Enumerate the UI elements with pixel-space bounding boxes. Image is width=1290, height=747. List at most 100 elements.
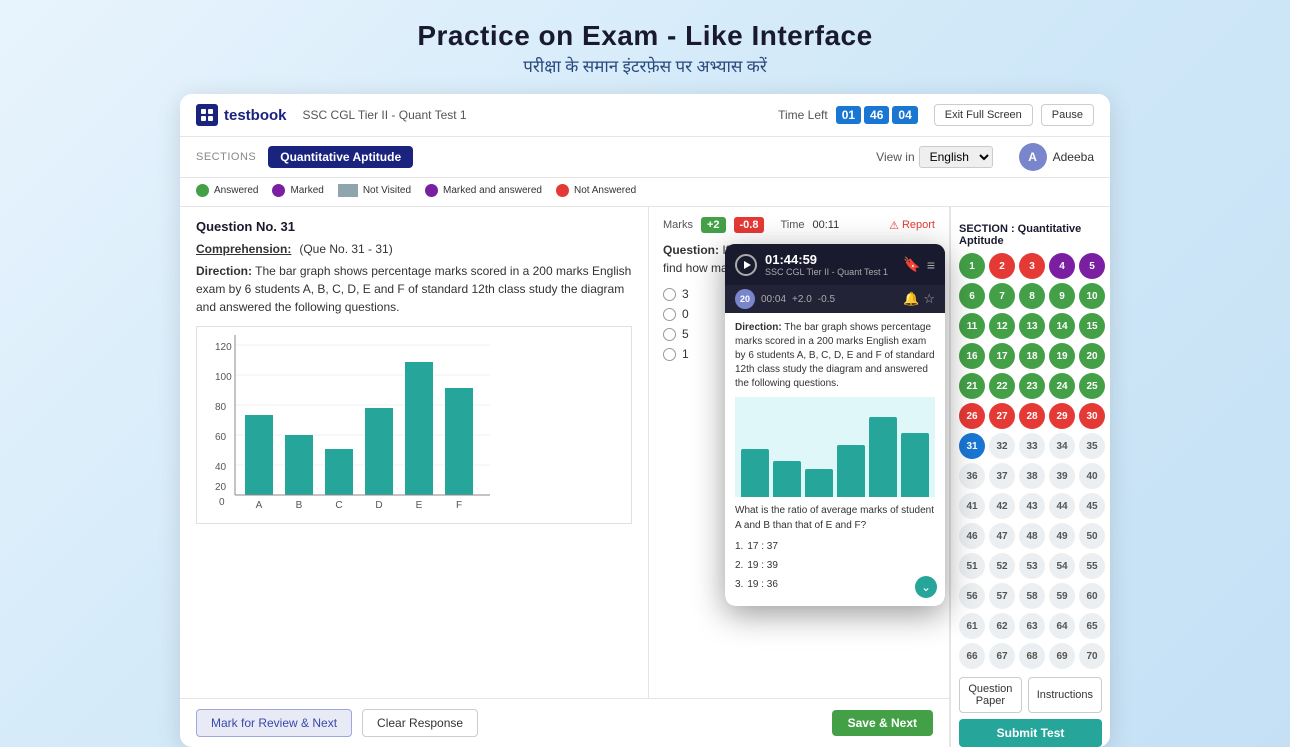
num-btn-58[interactable]: 58 bbox=[1019, 583, 1045, 609]
save-next-button[interactable]: Save & Next bbox=[832, 710, 933, 736]
num-btn-5[interactable]: 5 bbox=[1079, 253, 1105, 279]
num-btn-56[interactable]: 56 bbox=[959, 583, 985, 609]
num-btn-46[interactable]: 46 bbox=[959, 523, 985, 549]
play-button[interactable] bbox=[735, 254, 757, 276]
legend-marked-answered: Marked and answered bbox=[425, 184, 542, 197]
num-btn-66[interactable]: 66 bbox=[959, 643, 985, 669]
num-btn-37[interactable]: 37 bbox=[989, 463, 1015, 489]
num-btn-61[interactable]: 61 bbox=[959, 613, 985, 639]
language-select[interactable]: English bbox=[919, 146, 993, 168]
num-btn-28[interactable]: 28 bbox=[1019, 403, 1045, 429]
option-radio-0[interactable] bbox=[663, 308, 676, 321]
num-btn-70[interactable]: 70 bbox=[1079, 643, 1105, 669]
num-btn-43[interactable]: 43 bbox=[1019, 493, 1045, 519]
num-btn-21[interactable]: 21 bbox=[959, 373, 985, 399]
num-btn-33[interactable]: 33 bbox=[1019, 433, 1045, 459]
option-radio-3[interactable] bbox=[663, 288, 676, 301]
num-btn-3[interactable]: 3 bbox=[1019, 253, 1045, 279]
num-btn-27[interactable]: 27 bbox=[989, 403, 1015, 429]
num-btn-68[interactable]: 68 bbox=[1019, 643, 1045, 669]
num-btn-39[interactable]: 39 bbox=[1049, 463, 1075, 489]
num-btn-20[interactable]: 20 bbox=[1079, 343, 1105, 369]
num-btn-17[interactable]: 17 bbox=[989, 343, 1015, 369]
num-btn-60[interactable]: 60 bbox=[1079, 583, 1105, 609]
option-radio-1[interactable] bbox=[663, 348, 676, 361]
num-btn-52[interactable]: 52 bbox=[989, 553, 1015, 579]
menu-icon[interactable]: ≡ bbox=[927, 257, 935, 273]
num-btn-40[interactable]: 40 bbox=[1079, 463, 1105, 489]
scroll-down-button[interactable]: ⌄ bbox=[915, 576, 937, 598]
instructions-button[interactable]: Instructions bbox=[1028, 677, 1102, 713]
report-button[interactable]: ⚠ Report bbox=[889, 219, 935, 232]
num-btn-57[interactable]: 57 bbox=[989, 583, 1015, 609]
num-btn-26[interactable]: 26 bbox=[959, 403, 985, 429]
num-btn-41[interactable]: 41 bbox=[959, 493, 985, 519]
num-btn-45[interactable]: 45 bbox=[1079, 493, 1105, 519]
bookmark-icon[interactable]: 🔖 bbox=[903, 256, 920, 273]
num-btn-53[interactable]: 53 bbox=[1019, 553, 1045, 579]
num-btn-11[interactable]: 11 bbox=[959, 313, 985, 339]
num-btn-8[interactable]: 8 bbox=[1019, 283, 1045, 309]
exit-fullscreen-button[interactable]: Exit Full Screen bbox=[934, 104, 1033, 126]
num-btn-29[interactable]: 29 bbox=[1049, 403, 1075, 429]
num-btn-65[interactable]: 65 bbox=[1079, 613, 1105, 639]
mark-review-button[interactable]: Mark for Review & Next bbox=[196, 709, 352, 737]
num-btn-64[interactable]: 64 bbox=[1049, 613, 1075, 639]
num-btn-36[interactable]: 36 bbox=[959, 463, 985, 489]
video-option-1[interactable]: 1. 17 : 37 bbox=[735, 537, 935, 556]
num-btn-48[interactable]: 48 bbox=[1019, 523, 1045, 549]
num-btn-9[interactable]: 9 bbox=[1049, 283, 1075, 309]
num-btn-34[interactable]: 34 bbox=[1049, 433, 1075, 459]
num-btn-6[interactable]: 6 bbox=[959, 283, 985, 309]
comprehension-header: Comprehension: (Que No. 31 - 31) bbox=[196, 242, 632, 258]
num-btn-7[interactable]: 7 bbox=[989, 283, 1015, 309]
num-btn-23[interactable]: 23 bbox=[1019, 373, 1045, 399]
num-btn-12[interactable]: 12 bbox=[989, 313, 1015, 339]
section-tab-quant[interactable]: Quantitative Aptitude bbox=[268, 146, 413, 168]
num-btn-1[interactable]: 1 bbox=[959, 253, 985, 279]
num-btn-69[interactable]: 69 bbox=[1049, 643, 1075, 669]
num-btn-51[interactable]: 51 bbox=[959, 553, 985, 579]
num-btn-2[interactable]: 2 bbox=[989, 253, 1015, 279]
num-btn-38[interactable]: 38 bbox=[1019, 463, 1045, 489]
num-btn-22[interactable]: 22 bbox=[989, 373, 1015, 399]
video-popup: 01:44:59 SSC CGL Tier II - Quant Test 1 … bbox=[725, 244, 945, 606]
clear-response-button[interactable]: Clear Response bbox=[362, 709, 478, 737]
num-btn-44[interactable]: 44 bbox=[1049, 493, 1075, 519]
num-btn-55[interactable]: 55 bbox=[1079, 553, 1105, 579]
number-grid[interactable]: 1234567891011121314151617181920212223242… bbox=[959, 253, 1102, 669]
num-btn-16[interactable]: 16 bbox=[959, 343, 985, 369]
num-btn-18[interactable]: 18 bbox=[1019, 343, 1045, 369]
num-btn-15[interactable]: 15 bbox=[1079, 313, 1105, 339]
num-btn-24[interactable]: 24 bbox=[1049, 373, 1075, 399]
num-btn-49[interactable]: 49 bbox=[1049, 523, 1075, 549]
option-radio-5[interactable] bbox=[663, 328, 676, 341]
star-icon[interactable]: ☆ bbox=[923, 291, 935, 307]
bell-icon[interactable]: 🔔 bbox=[903, 291, 919, 307]
num-btn-63[interactable]: 63 bbox=[1019, 613, 1045, 639]
question-paper-button[interactable]: Question Paper bbox=[959, 677, 1022, 713]
num-btn-67[interactable]: 67 bbox=[989, 643, 1015, 669]
num-btn-35[interactable]: 35 bbox=[1079, 433, 1105, 459]
num-btn-14[interactable]: 14 bbox=[1049, 313, 1075, 339]
num-btn-25[interactable]: 25 bbox=[1079, 373, 1105, 399]
svg-text:F: F bbox=[456, 500, 462, 511]
num-btn-31[interactable]: 31 bbox=[959, 433, 985, 459]
num-btn-59[interactable]: 59 bbox=[1049, 583, 1075, 609]
num-btn-19[interactable]: 19 bbox=[1049, 343, 1075, 369]
submit-test-button[interactable]: Submit Test bbox=[959, 719, 1102, 747]
num-btn-47[interactable]: 47 bbox=[989, 523, 1015, 549]
video-option-2[interactable]: 2. 19 : 39 bbox=[735, 556, 935, 575]
pause-button[interactable]: Pause bbox=[1041, 104, 1094, 126]
num-btn-54[interactable]: 54 bbox=[1049, 553, 1075, 579]
num-btn-62[interactable]: 62 bbox=[989, 613, 1015, 639]
option-label-3: 3 bbox=[682, 287, 689, 301]
num-btn-13[interactable]: 13 bbox=[1019, 313, 1045, 339]
video-option-3[interactable]: 3. 19 : 36 bbox=[735, 575, 935, 594]
num-btn-50[interactable]: 50 bbox=[1079, 523, 1105, 549]
num-btn-10[interactable]: 10 bbox=[1079, 283, 1105, 309]
num-btn-4[interactable]: 4 bbox=[1049, 253, 1075, 279]
num-btn-30[interactable]: 30 bbox=[1079, 403, 1105, 429]
num-btn-32[interactable]: 32 bbox=[989, 433, 1015, 459]
num-btn-42[interactable]: 42 bbox=[989, 493, 1015, 519]
